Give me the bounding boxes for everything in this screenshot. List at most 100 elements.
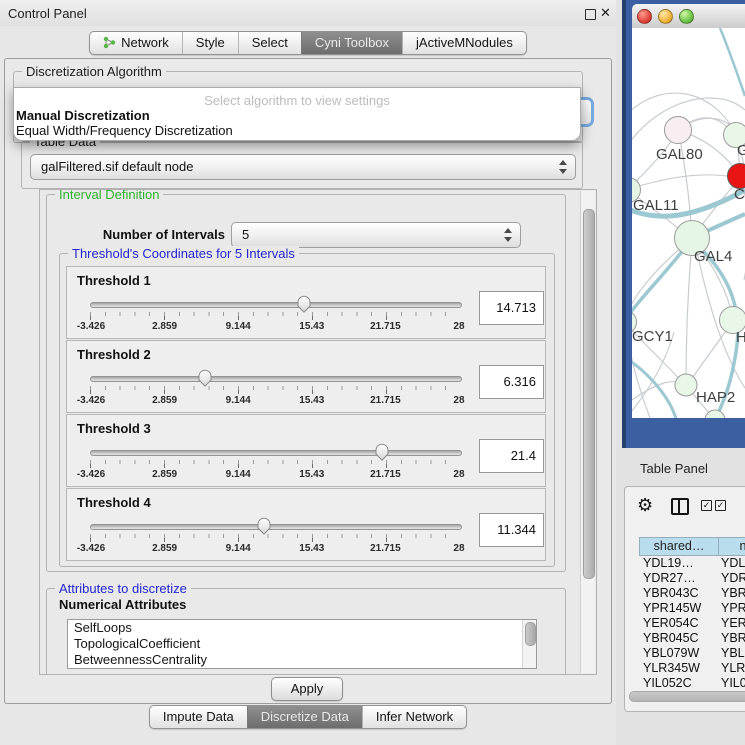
close-icon[interactable]: ✕ [600,5,611,21]
threshold-panel-4: Threshold 4 -3.426 2.859 [66,488,546,561]
slider-track[interactable] [90,376,462,382]
threshold-slider[interactable] [90,293,460,319]
tab-label: Discretize Data [261,709,349,724]
settings-vertical-scrollbar[interactable] [580,191,595,673]
num-intervals-combobox[interactable]: 5 [231,222,521,248]
slider-thumb[interactable] [296,294,312,313]
close-traffic-light-icon[interactable] [637,9,652,24]
application: Control Panel ✕ Network [0,0,745,745]
tab-cyni-toolbox[interactable]: Cyni Toolbox [301,32,402,54]
list-item[interactable]: SelfLoops [68,620,536,636]
checkbox-icon[interactable]: ✓ [701,500,712,511]
list-item[interactable]: BetweennessCentrality [68,652,536,668]
table-horizontal-scrollbar[interactable] [629,691,745,702]
table-cell[interactable]: YIL052C [643,676,717,687]
combo-stepper-icon [503,227,512,243]
table-cell[interactable]: YBR0 [721,586,745,601]
apply-button[interactable]: Apply [271,677,343,701]
column-header[interactable]: shared… [639,537,719,556]
dropdown-option-equal-width[interactable]: Equal Width/Frequency Discretization [16,123,233,138]
network-window-titlebar[interactable] [632,4,745,29]
attributes-group-title: Attributes to discretize [55,581,191,596]
table-data-combobox[interactable]: galFiltered.sif default node [30,154,576,180]
bottom-tab-row: Impute Data Discretize Data Infer Networ… [0,705,616,729]
tab-style[interactable]: Style [182,32,238,54]
tab-impute-data[interactable]: Impute Data [150,706,247,728]
slider-thumb[interactable] [374,442,390,461]
table-cell[interactable]: YBL079W [643,646,717,661]
tick-label: 21.715 [364,395,406,406]
minimize-traffic-light-icon[interactable] [658,9,673,24]
tab-label: Style [196,35,225,50]
numerical-attributes-list[interactable]: SelfLoops TopologicalCoefficient Between… [67,619,537,669]
tick-label: 9.144 [217,469,259,480]
threshold-slider[interactable] [90,441,460,467]
node-label: GAL4 [694,248,732,265]
network-node[interactable] [675,374,697,396]
table-cell[interactable]: YER054C [643,616,717,631]
dropdown-option-manual[interactable]: Manual Discretization [16,108,150,123]
control-panel: Control Panel ✕ Network [0,0,616,745]
tab-discretize-data[interactable]: Discretize Data [247,706,362,728]
threshold-value-field[interactable]: 14.713 [479,291,544,325]
tab-label: Select [252,35,288,50]
table-cell[interactable]: YDL19… [643,556,717,571]
num-intervals-value: 5 [242,227,249,242]
threshold-panel-3: Threshold 3 -3.426 2.859 [66,414,546,487]
slider-track[interactable] [90,302,462,308]
list-item[interactable]: TopologicalCoefficient [68,636,536,652]
tab-network[interactable]: Network [90,32,182,54]
table-cell[interactable]: YBR043C [643,586,717,601]
threshold-value-field[interactable]: 6.316 [479,365,544,399]
slider-thumb[interactable] [256,516,272,535]
zoom-traffic-light-icon[interactable] [679,9,694,24]
table-cell[interactable]: YBL0 [721,646,745,661]
gear-icon[interactable]: ⚙ [637,495,653,515]
network-canvas[interactable]: GAL80 G C GAL11 GAL4 GCY1 H HAP2 [632,28,745,418]
table-data-groupbox: Table Data galFiltered.sif default node [21,141,583,189]
slider-thumb[interactable] [197,368,213,387]
tab-label: jActiveMNodules [416,35,513,50]
threshold-value-field[interactable]: 21.4 [479,439,544,473]
column-layout-icon[interactable] [671,498,689,515]
tick-label: -3.426 [70,469,112,480]
column-header[interactable]: na [718,537,745,556]
num-intervals-label: Number of Intervals [87,227,225,242]
node-label: GCY1 [632,328,673,345]
tab-select[interactable]: Select [238,32,301,54]
table-cell[interactable]: YDR27… [643,571,717,586]
table-cell[interactable]: YPR145W [643,601,717,616]
tick-label: 2.859 [144,395,186,406]
interval-group-title: Interval Definition [55,189,163,202]
slider-track[interactable] [90,450,462,456]
network-node[interactable] [665,117,692,144]
table-cell[interactable]: YPR1 [721,601,745,616]
slider-track[interactable] [90,524,462,530]
table-cell[interactable]: YBR0 [721,631,745,646]
list-scrollbar[interactable] [522,620,536,668]
float-panel-icon[interactable] [585,9,596,20]
control-panel-titlebar: Control Panel ✕ [0,0,616,26]
tab-infer-network[interactable]: Infer Network [362,706,466,728]
tick-label: 28 [438,321,480,332]
threshold-value-field[interactable]: 11.344 [479,513,544,547]
node-label: GAL11 [633,197,679,214]
tab-label: Impute Data [163,709,234,724]
threshold-slider[interactable] [90,515,460,541]
tab-jactivemnodules[interactable]: jActiveMNodules [402,32,526,54]
algorithm-group-title: Discretization Algorithm [22,64,166,79]
checkbox-icon[interactable]: ✓ [715,500,726,511]
table-cell[interactable]: YLR3 [721,661,745,676]
table-cell[interactable]: YDR2 [721,571,745,586]
table-cell[interactable]: YLR345W [643,661,717,676]
tick-label: 28 [438,543,480,554]
threshold-slider[interactable] [90,367,460,393]
table-cell[interactable]: YER0 [721,616,745,631]
table-cell[interactable]: YDL1 [721,556,745,571]
table-cell[interactable]: YIL0 [721,676,745,687]
slider-tick-labels: -3.426 2.859 9.144 15.43 21.715 28 [70,543,480,554]
slider-ticks [90,386,460,394]
right-panel: GAL80 G C GAL11 GAL4 GCY1 H HAP2 Table P… [616,0,745,745]
table-cell[interactable]: YBR045C [643,631,717,646]
network-node-selected[interactable] [728,164,745,189]
